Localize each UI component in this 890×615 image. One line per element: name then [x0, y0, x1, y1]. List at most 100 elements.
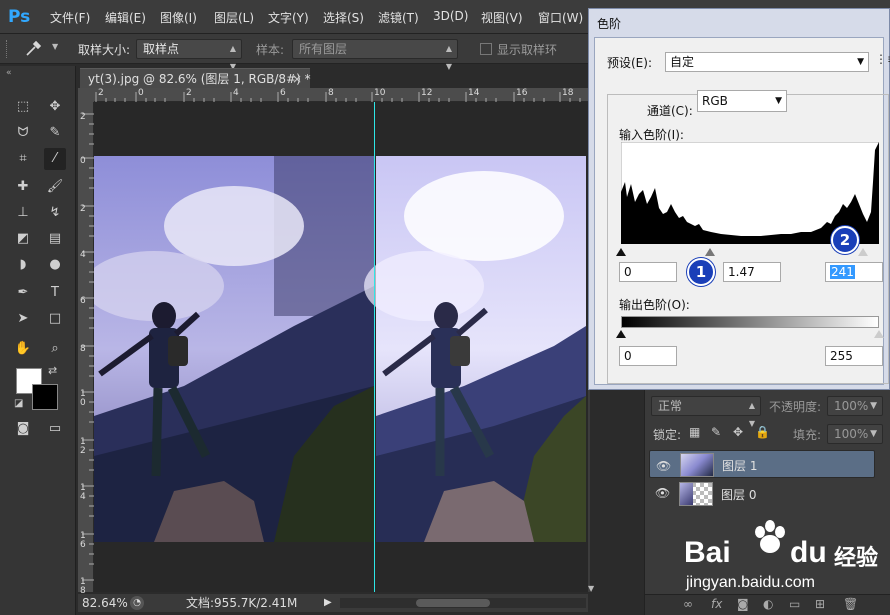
menu-file[interactable]: 文件(F)	[50, 9, 90, 26]
quick-select-icon[interactable]: ✎	[44, 122, 66, 144]
move-icon[interactable]: ✥	[44, 96, 66, 118]
ruler-tick: 6	[280, 88, 286, 98]
channel-select[interactable]: RGB ▼	[697, 90, 787, 112]
show-ring-checkbox[interactable]	[480, 43, 492, 55]
preset-select[interactable]: 自定 ▼	[665, 52, 869, 72]
opacity-field[interactable]: 100% ▼	[827, 396, 883, 416]
default-colors-icon[interactable]: ◪	[14, 398, 23, 409]
layer-row[interactable]: 👁 图层 0	[649, 480, 875, 508]
ruler-tick: 0	[138, 88, 144, 98]
chevron-down-icon: ▼	[870, 429, 877, 439]
menu-image[interactable]: 图像(I)	[160, 9, 197, 26]
lock-all-icon[interactable]: 🔒	[755, 425, 770, 439]
zoom-level[interactable]: 82.64%	[82, 594, 128, 612]
tool-preset-arrow-icon[interactable]: ▼	[52, 42, 58, 51]
document-tab[interactable]: yt(3).jpg @ 82.6% (图层 1, RGB/8#) * ×	[80, 68, 311, 89]
scroll-down-icon[interactable]: ▼	[588, 584, 594, 593]
baidu-paw-logo	[755, 520, 785, 553]
status-menu-arrow-icon[interactable]: ▶	[324, 594, 332, 612]
rectangle-icon[interactable]: □	[44, 308, 66, 330]
input-black-value: 0	[624, 265, 632, 279]
brush-icon[interactable]: 🖌	[44, 176, 66, 198]
ruler-tick: 0	[80, 156, 86, 166]
hand-icon[interactable]: ✋	[12, 338, 34, 360]
sample-select[interactable]: 所有图层 ▲ ▼	[292, 39, 458, 71]
preset-value: 自定	[670, 55, 695, 69]
channel-label: 通道(C):	[645, 102, 695, 119]
menu-select[interactable]: 选择(S)	[323, 9, 364, 26]
input-white-field[interactable]: 241	[825, 262, 883, 282]
healing-brush-icon[interactable]: ✚	[12, 176, 34, 198]
scroll-thumb[interactable]	[416, 599, 490, 607]
sample-size-select[interactable]: 取样点 ▲ ▼	[136, 39, 242, 71]
screen-mode-icon[interactable]: ▭	[44, 418, 66, 440]
layer-row[interactable]: 👁 图层 1	[649, 450, 875, 478]
visibility-eye-icon[interactable]: 👁	[656, 457, 671, 475]
menu-view[interactable]: 视图(V)	[481, 9, 523, 26]
output-black-slider[interactable]	[616, 330, 626, 338]
document-title: yt(3).jpg @ 82.6% (图层 1, RGB/8#) *	[88, 72, 311, 86]
input-gamma-field[interactable]: 1.47	[723, 262, 781, 282]
menu-3d[interactable]: 3D(D)	[433, 9, 468, 23]
fill-value: 100%	[834, 427, 869, 441]
path-select-icon[interactable]: ➤	[12, 308, 34, 330]
menu-type[interactable]: 文字(Y)	[268, 9, 309, 26]
layer-name: 图层 1	[722, 459, 758, 473]
opacity-value: 100%	[834, 399, 869, 413]
annotation-badge-2: 2	[831, 226, 859, 254]
output-black-field[interactable]: 0	[619, 346, 677, 366]
opacity-label: 不透明度:	[769, 400, 822, 414]
output-white-field[interactable]: 255	[825, 346, 883, 366]
menu-layer[interactable]: 图层(L)	[214, 9, 254, 26]
gamma-slider[interactable]	[705, 248, 715, 256]
swap-colors-icon[interactable]: ⇄	[48, 364, 57, 377]
pen-icon[interactable]: ✒	[12, 282, 34, 304]
zoom-icon[interactable]: ⌕	[44, 338, 66, 360]
output-white-slider[interactable]	[874, 330, 884, 338]
preset-options-icon[interactable]: ⋮≡	[875, 52, 890, 66]
history-brush-icon[interactable]: ↯	[44, 202, 66, 224]
chevron-down-icon: ▼	[870, 401, 877, 411]
dodge-icon[interactable]: ●	[44, 254, 66, 276]
visibility-eye-icon[interactable]: 👁	[655, 486, 670, 500]
quick-mask-icon[interactable]: ◙	[12, 418, 34, 440]
lock-position-icon[interactable]: ✥	[733, 425, 743, 439]
gradient-icon[interactable]: ▤	[44, 228, 66, 250]
watermark-url: jingyan.baidu.com	[686, 574, 815, 591]
lasso-icon[interactable]: ᗢ	[12, 122, 34, 144]
marquee-icon[interactable]: ⬚	[12, 96, 34, 118]
vertical-ruler: 2 0 2 4 6 8 1 0 1 2 1 4 1 6 1 8	[78, 102, 94, 596]
channel-value: RGB	[702, 94, 728, 108]
crop-icon[interactable]: ⌗	[12, 148, 34, 170]
horizontal-scrollbar[interactable]	[340, 598, 586, 608]
blend-mode-select[interactable]: 正常 ▲ ▼	[651, 396, 761, 428]
type-icon[interactable]: T	[44, 282, 66, 304]
layer-name: 图层 0	[721, 488, 757, 502]
input-black-field[interactable]: 0	[619, 262, 677, 282]
menu-edit[interactable]: 编辑(E)	[105, 9, 146, 26]
eyedropper-tool-icon[interactable]: ⁄	[44, 148, 66, 170]
fill-field[interactable]: 100% ▼	[827, 424, 883, 444]
white-point-slider[interactable]	[858, 248, 868, 256]
lock-label: 锁定:	[653, 428, 682, 442]
sample-size-label: 取样大小:	[78, 43, 131, 57]
black-point-slider[interactable]	[616, 248, 626, 256]
menu-filter[interactable]: 滤镜(T)	[378, 9, 419, 26]
ruler-tick: 8	[80, 344, 86, 354]
menu-window[interactable]: 窗口(W)	[538, 9, 583, 26]
lock-paint-icon[interactable]: ✎	[711, 425, 721, 439]
clone-stamp-icon[interactable]: ⊥	[12, 202, 34, 224]
input-gamma-value: 1.47	[728, 265, 755, 279]
collapse-arrows-icon[interactable]: «	[6, 68, 12, 78]
eyedropper-icon[interactable]	[24, 40, 42, 58]
close-icon[interactable]: ×	[292, 69, 302, 89]
document-info-icon[interactable]: ◔	[130, 596, 144, 610]
eraser-icon[interactable]: ◩	[12, 228, 34, 250]
sample-size-value: 取样点	[143, 42, 180, 56]
fill-label: 填充:	[793, 428, 822, 442]
show-ring-label: 显示取样环	[497, 43, 558, 57]
lock-transparent-icon[interactable]: ▦	[689, 425, 700, 439]
background-color-swatch[interactable]	[32, 384, 58, 410]
guide-line[interactable]	[374, 102, 375, 592]
blur-icon[interactable]: ◗	[12, 254, 34, 276]
